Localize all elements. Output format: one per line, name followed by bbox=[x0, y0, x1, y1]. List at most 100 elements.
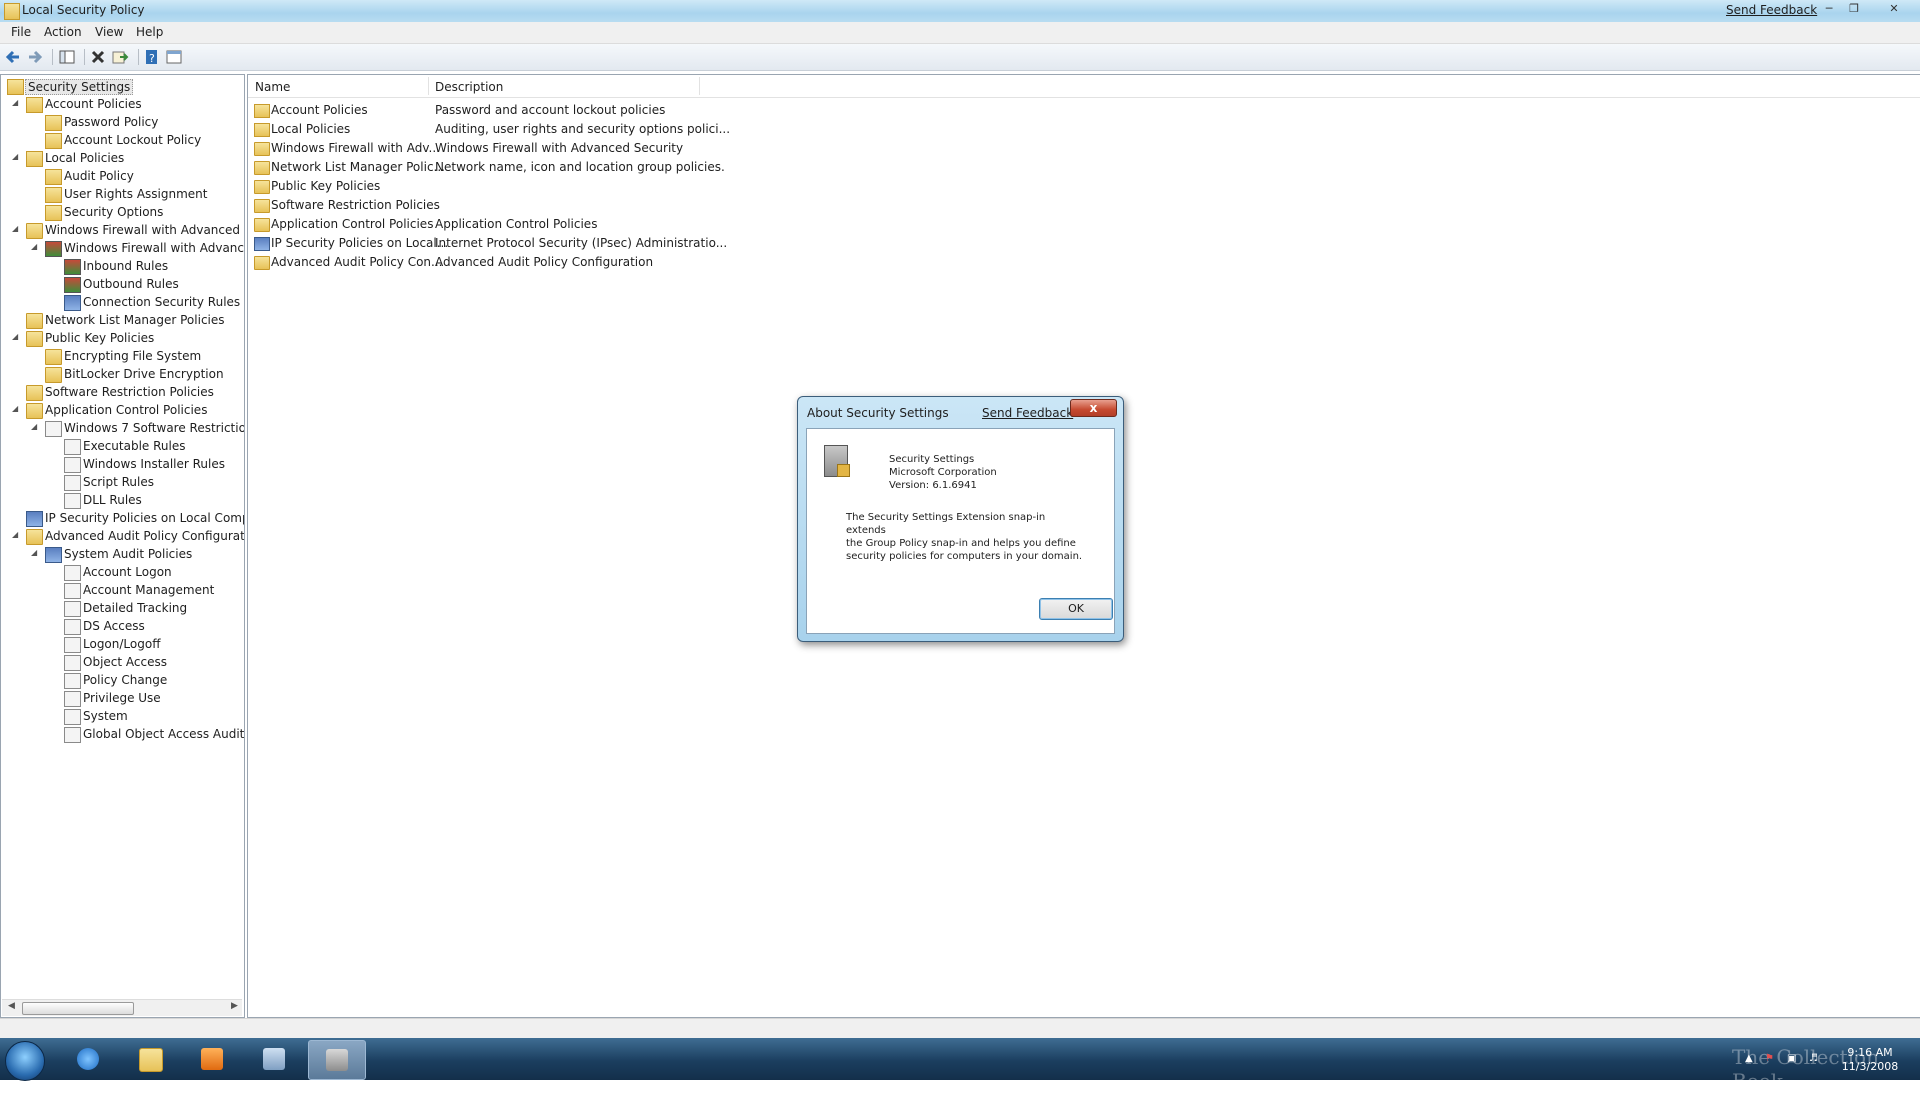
list-item[interactable]: IP Security Policies on Local... Internet… bbox=[248, 235, 727, 253]
menu-action[interactable]: Action bbox=[44, 25, 82, 39]
scrollbar-thumb[interactable] bbox=[22, 1002, 134, 1015]
help-icon[interactable]: ? bbox=[143, 48, 161, 66]
taskbar-local-security-policy[interactable] bbox=[308, 1040, 366, 1080]
computer-icon bbox=[263, 1048, 285, 1070]
list-item[interactable]: Network List Manager Polic... Network nam… bbox=[248, 159, 725, 177]
scroll-left-icon[interactable]: ◀ bbox=[8, 1001, 15, 1011]
tree-expander-icon[interactable]: ◢ bbox=[12, 404, 22, 413]
tree-expander-icon[interactable]: ◢ bbox=[31, 548, 41, 557]
tree-expander-icon[interactable]: ◢ bbox=[12, 332, 22, 341]
horizontal-scrollbar[interactable]: ◀ ▶ bbox=[2, 999, 242, 1016]
tree-item-label: Privilege Use bbox=[83, 691, 161, 705]
ok-button[interactable]: OK bbox=[1039, 598, 1113, 620]
tree-item-label: Network List Manager Policies bbox=[45, 313, 225, 327]
tree-item-label: Account Management bbox=[83, 583, 215, 597]
tree-item-label: Windows Installer Rules bbox=[83, 457, 226, 471]
tree-item-label: BitLocker Drive Encryption bbox=[64, 367, 224, 381]
tree-item-label: Account Policies bbox=[45, 97, 142, 111]
security-settings-server-icon bbox=[824, 445, 850, 477]
delete-icon[interactable] bbox=[89, 48, 107, 66]
folder-icon bbox=[26, 385, 43, 401]
list-item[interactable]: Local Policies Auditing, user rights and … bbox=[248, 121, 730, 139]
doc-icon bbox=[64, 457, 81, 473]
doc-icon bbox=[64, 727, 81, 743]
inbound-rules-icon bbox=[64, 259, 81, 275]
dialog-title: About Security Settings bbox=[807, 406, 949, 420]
list-item[interactable]: Software Restriction Policies bbox=[248, 197, 708, 215]
doc-icon bbox=[64, 691, 81, 707]
tree-expander-icon[interactable]: ◢ bbox=[12, 152, 22, 161]
list-item[interactable]: Account Policies Password and account loc… bbox=[248, 102, 708, 120]
tree-expander-icon[interactable]: ◢ bbox=[31, 242, 41, 251]
list-item-name: Public Key Policies bbox=[271, 179, 381, 193]
doc-icon bbox=[64, 493, 81, 509]
taskbar: The Collection Book ▲ ⚑ ▣ ♬ 9:16 AM 11/3… bbox=[0, 1038, 1920, 1093]
folder-icon bbox=[254, 199, 270, 213]
doc-icon bbox=[64, 655, 81, 671]
tree-item-label: Connection Security Rules bbox=[83, 295, 241, 309]
menu-file[interactable]: File bbox=[11, 25, 31, 39]
show-hide-console-tree-icon[interactable] bbox=[58, 48, 76, 66]
scroll-right-icon[interactable]: ▶ bbox=[231, 1001, 238, 1011]
tree-item-label: Policy Change bbox=[83, 673, 168, 687]
tree-expander-icon[interactable]: ◢ bbox=[12, 224, 22, 233]
folder-icon bbox=[45, 367, 62, 383]
ipsec-icon bbox=[26, 511, 43, 527]
folder-icon bbox=[26, 529, 43, 545]
menu-view[interactable]: View bbox=[95, 25, 123, 39]
list-item-description: Auditing, user rights and security optio… bbox=[435, 122, 731, 136]
list-item-description: Application Control Policies bbox=[435, 217, 598, 231]
forward-icon[interactable] bbox=[26, 48, 44, 66]
tree-item-label: Script Rules bbox=[83, 475, 154, 489]
description-line: the Group Policy snap-in and helps you d… bbox=[846, 538, 1076, 549]
tree-item-label: Application Control Policies bbox=[45, 403, 208, 417]
list-item[interactable]: Public Key Policies bbox=[248, 178, 708, 196]
network-icon[interactable]: ▣ bbox=[1787, 1053, 1799, 1065]
folder-icon bbox=[139, 1048, 163, 1072]
list-item-name: Application Control Policies bbox=[271, 217, 434, 231]
volume-icon[interactable]: ♬ bbox=[1809, 1053, 1821, 1065]
close-window-button[interactable]: ✕ bbox=[1883, 1, 1905, 17]
restore-button[interactable]: ❐ bbox=[1843, 1, 1865, 17]
tree-item-label: Security Options bbox=[64, 205, 164, 219]
taskbar-app[interactable] bbox=[246, 1040, 302, 1078]
dialog-close-button[interactable]: x bbox=[1070, 399, 1117, 417]
send-feedback-link[interactable]: Send Feedback bbox=[1726, 3, 1817, 17]
title-bar: Local Security Policy Send Feedback ─ ❐ … bbox=[0, 0, 1920, 22]
export-list-icon[interactable] bbox=[111, 48, 129, 66]
taskbar-media-player[interactable] bbox=[184, 1040, 240, 1078]
tree-item-label: System bbox=[83, 709, 128, 723]
list-item-name: IP Security Policies on Local... bbox=[271, 236, 449, 250]
folder-icon bbox=[26, 313, 43, 329]
product-description: The Security Settings Extension snap-in … bbox=[846, 511, 1086, 563]
back-icon[interactable] bbox=[4, 48, 22, 66]
lock-folder-icon bbox=[45, 187, 62, 203]
list-item[interactable]: Windows Firewall with Adv... Windows Fire… bbox=[248, 140, 708, 158]
column-header-name[interactable]: Name bbox=[255, 80, 290, 94]
list-item-description: Password and account lockout policies bbox=[435, 103, 666, 117]
action-center-flag-icon[interactable]: ⚑ bbox=[1765, 1053, 1777, 1065]
tree-expander-icon[interactable]: ◢ bbox=[12, 98, 22, 107]
show-hidden-icons[interactable]: ▲ bbox=[1745, 1053, 1757, 1065]
minimize-button[interactable]: ─ bbox=[1818, 1, 1840, 17]
clock[interactable]: 9:16 AM 11/3/2008 bbox=[1830, 1046, 1910, 1074]
tree-item-label: Advanced Audit Policy Configuration bbox=[45, 529, 245, 543]
properties-icon[interactable] bbox=[165, 48, 183, 66]
tree-expander-icon[interactable]: ◢ bbox=[12, 530, 22, 539]
tree-expander-icon[interactable]: ◢ bbox=[31, 422, 41, 431]
menu-help[interactable]: Help bbox=[136, 25, 163, 39]
taskbar-internet-explorer[interactable] bbox=[60, 1040, 116, 1078]
company-name: Microsoft Corporation bbox=[889, 467, 997, 478]
list-item[interactable]: Advanced Audit Policy Con... Advanced Aud… bbox=[248, 254, 708, 272]
column-header-description[interactable]: Description bbox=[435, 80, 503, 94]
lock-folder-icon bbox=[45, 133, 62, 149]
menu-bar: File Action View Help bbox=[0, 22, 1920, 44]
folder-icon bbox=[254, 218, 270, 232]
taskbar-explorer[interactable] bbox=[122, 1040, 178, 1078]
lock-folder-icon bbox=[254, 104, 270, 118]
tree-item-label: System Audit Policies bbox=[64, 547, 193, 561]
start-button[interactable] bbox=[5, 1041, 45, 1081]
dialog-send-feedback-link[interactable]: Send Feedback bbox=[982, 406, 1073, 420]
folder-icon bbox=[26, 331, 43, 347]
list-item[interactable]: Application Control Policies Application … bbox=[248, 216, 708, 234]
